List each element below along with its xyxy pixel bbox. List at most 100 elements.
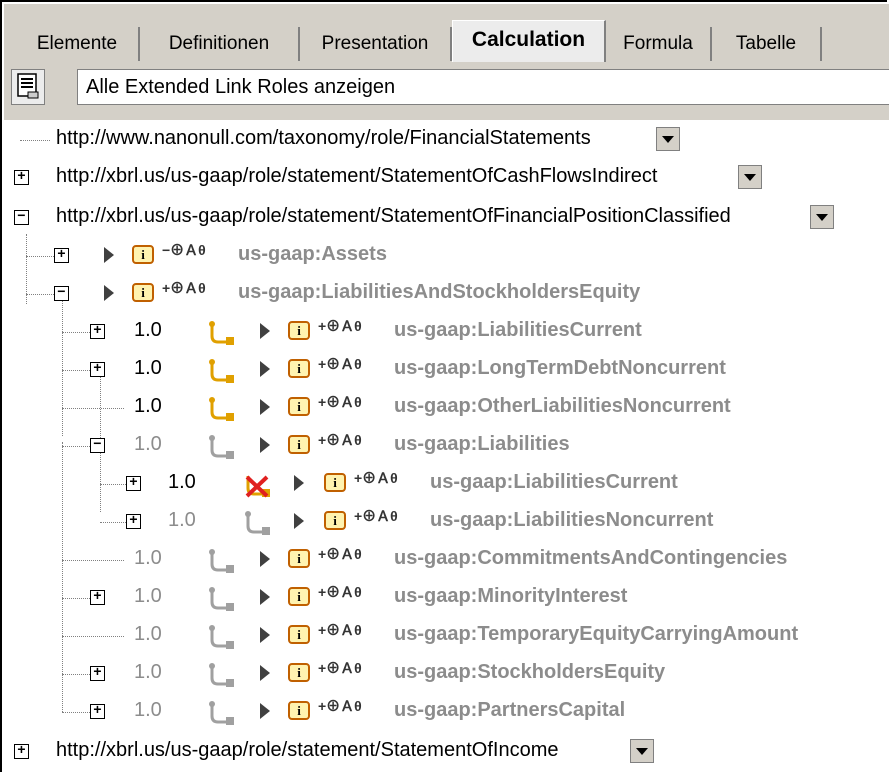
arc-weight: 1.0 [134, 433, 162, 455]
element-name: us-gaap:LongTermDebtNoncurrent [394, 357, 726, 379]
tree-node[interactable]: + 1.0 i +⊕Ａθ us-gaap:LiabilitiesCurrent [4, 466, 889, 504]
expand-icon[interactable]: + [126, 514, 141, 529]
element-name: us-gaap:LiabilitiesCurrent [430, 471, 678, 493]
item-icon: i [324, 473, 346, 492]
expand-icon[interactable]: + [14, 744, 29, 759]
tree-guide [26, 294, 54, 295]
element-name: us-gaap:LiabilitiesNoncurrent [430, 509, 714, 531]
element-name: us-gaap:MinorityInterest [394, 585, 628, 607]
expand-icon[interactable]: + [90, 324, 105, 339]
expand-icon[interactable]: + [90, 666, 105, 681]
tree-node[interactable]: + 1.0 i +⊕Ａθ us-gaap:MinorityInterest [4, 580, 889, 618]
expand-icon[interactable]: + [126, 476, 141, 491]
tree-guide [100, 484, 126, 485]
role-uri: http://xbrl.us/us-gaap/role/statement/St… [56, 739, 559, 761]
node-arrow-icon [260, 361, 270, 377]
element-name: us-gaap:LiabilitiesAndStockholdersEquity [238, 281, 641, 303]
item-icon: i [288, 549, 310, 568]
tab-elemente[interactable]: Elemente [16, 27, 140, 61]
tree-node[interactable]: 1.0 i +⊕Ａθ us-gaap:OtherLiabilitiesNoncu… [4, 390, 889, 428]
item-icon: i [288, 587, 310, 606]
tree-guide [62, 370, 90, 371]
tab-formula[interactable]: Formula [606, 27, 712, 61]
role-dropdown-button[interactable] [656, 127, 680, 151]
tree-guide [62, 636, 124, 637]
role-row[interactable]: − http://xbrl.us/us-gaap/role/statement/… [4, 200, 889, 238]
inherited-arc-icon[interactable] [208, 662, 236, 688]
role-dropdown-button[interactable] [630, 739, 654, 763]
node-flags: +⊕Ａθ [318, 318, 362, 334]
element-name: us-gaap:OtherLiabilitiesNoncurrent [394, 395, 731, 417]
role-uri: http://www.nanonull.com/taxonomy/role/Fi… [56, 127, 591, 149]
expand-icon[interactable]: + [90, 362, 105, 377]
tree-node[interactable]: − 1.0 i +⊕Ａθ us-gaap:Liabilities [4, 428, 889, 466]
tree-node[interactable]: + 1.0 i +⊕Ａθ us-gaap:LiabilitiesNoncurre… [4, 504, 889, 542]
tree-node[interactable]: + 1.0 i +⊕Ａθ us-gaap:LiabilitiesCurrent [4, 314, 889, 352]
tab-definitionen[interactable]: Definitionen [140, 27, 300, 61]
tree-guide [62, 408, 124, 409]
list-view-button[interactable] [11, 69, 45, 105]
item-icon: i [288, 435, 310, 454]
prohibited-arc-icon[interactable] [244, 472, 272, 498]
tree-node[interactable]: + 1.0 i +⊕Ａθ us-gaap:PartnersCapital [4, 694, 889, 732]
inherited-arc-icon[interactable] [244, 510, 272, 536]
expand-icon[interactable]: + [14, 170, 29, 185]
tree-guide [62, 674, 90, 675]
role-uri: http://xbrl.us/us-gaap/role/statement/St… [56, 205, 731, 227]
item-icon: i [288, 321, 310, 340]
node-flags: +⊕Ａθ [318, 394, 362, 410]
arc-weight: 1.0 [134, 319, 162, 341]
element-name: us-gaap:Assets [238, 243, 387, 265]
tree-node[interactable]: − i +⊕Ａθ us-gaap:LiabilitiesAndStockhold… [4, 276, 889, 314]
tree-guide [20, 140, 50, 141]
tree-node[interactable]: 1.0 i +⊕Ａθ us-gaap:CommitmentsAndConting… [4, 542, 889, 580]
tree-node[interactable]: + i −⊕Ａθ us-gaap:Assets [4, 238, 889, 276]
item-icon: i [288, 397, 310, 416]
arc-weight: 1.0 [168, 509, 196, 531]
calculation-arc-icon[interactable] [208, 320, 236, 346]
calculation-arc-icon[interactable] [208, 396, 236, 422]
tab-presentation[interactable]: Presentation [300, 27, 452, 61]
role-row[interactable]: + http://xbrl.us/us-gaap/role/statement/… [4, 734, 889, 772]
collapse-icon[interactable]: − [54, 286, 69, 301]
expand-icon[interactable]: + [90, 704, 105, 719]
tree-node[interactable]: + 1.0 i +⊕Ａθ us-gaap:StockholdersEquity [4, 656, 889, 694]
calculation-arc-icon[interactable] [208, 358, 236, 384]
role-row[interactable]: http://www.nanonull.com/taxonomy/role/Fi… [4, 122, 889, 160]
tree-node[interactable]: + 1.0 i +⊕Ａθ us-gaap:LongTermDebtNoncurr… [4, 352, 889, 390]
inherited-arc-icon[interactable] [208, 548, 236, 574]
tree-node[interactable]: 1.0 i +⊕Ａθ us-gaap:TemporaryEquityCarryi… [4, 618, 889, 656]
arc-weight: 1.0 [134, 661, 162, 683]
tree-guide [62, 598, 90, 599]
tab-bar: Elemente Definitionen Presentation Calcu… [4, 4, 889, 62]
element-name: us-gaap:StockholdersEquity [394, 661, 666, 683]
expand-icon[interactable]: + [90, 590, 105, 605]
inherited-arc-icon[interactable] [208, 586, 236, 612]
role-row[interactable]: + http://xbrl.us/us-gaap/role/statement/… [4, 160, 889, 198]
inherited-arc-icon[interactable] [208, 624, 236, 650]
collapse-icon[interactable]: − [90, 438, 105, 453]
tab-tabelle[interactable]: Tabelle [712, 27, 822, 61]
arc-weight: 1.0 [168, 471, 196, 493]
role-dropdown-button[interactable] [810, 205, 834, 229]
inherited-arc-icon[interactable] [208, 700, 236, 726]
role-dropdown-button[interactable] [738, 165, 762, 189]
tree-guide [62, 712, 90, 713]
node-arrow-icon [260, 665, 270, 681]
inherited-arc-icon[interactable] [208, 434, 236, 460]
extended-link-role-filter[interactable]: Alle Extended Link Roles anzeigen [77, 69, 889, 105]
tree-guide [100, 522, 126, 523]
tree-guide [62, 332, 90, 333]
element-name: us-gaap:TemporaryEquityCarryingAmount [394, 623, 799, 645]
node-flags: +⊕Ａθ [318, 356, 362, 372]
tree-guide [62, 446, 90, 447]
node-flags: +⊕Ａθ [318, 432, 362, 448]
arc-weight: 1.0 [134, 585, 162, 607]
expand-icon[interactable]: + [54, 248, 69, 263]
arc-weight: 1.0 [134, 395, 162, 417]
element-name: us-gaap:CommitmentsAndContingencies [394, 547, 788, 569]
collapse-icon[interactable]: − [14, 210, 29, 225]
tab-calculation[interactable]: Calculation [452, 20, 606, 62]
arc-weight: 1.0 [134, 547, 162, 569]
tree-guide [62, 560, 124, 561]
